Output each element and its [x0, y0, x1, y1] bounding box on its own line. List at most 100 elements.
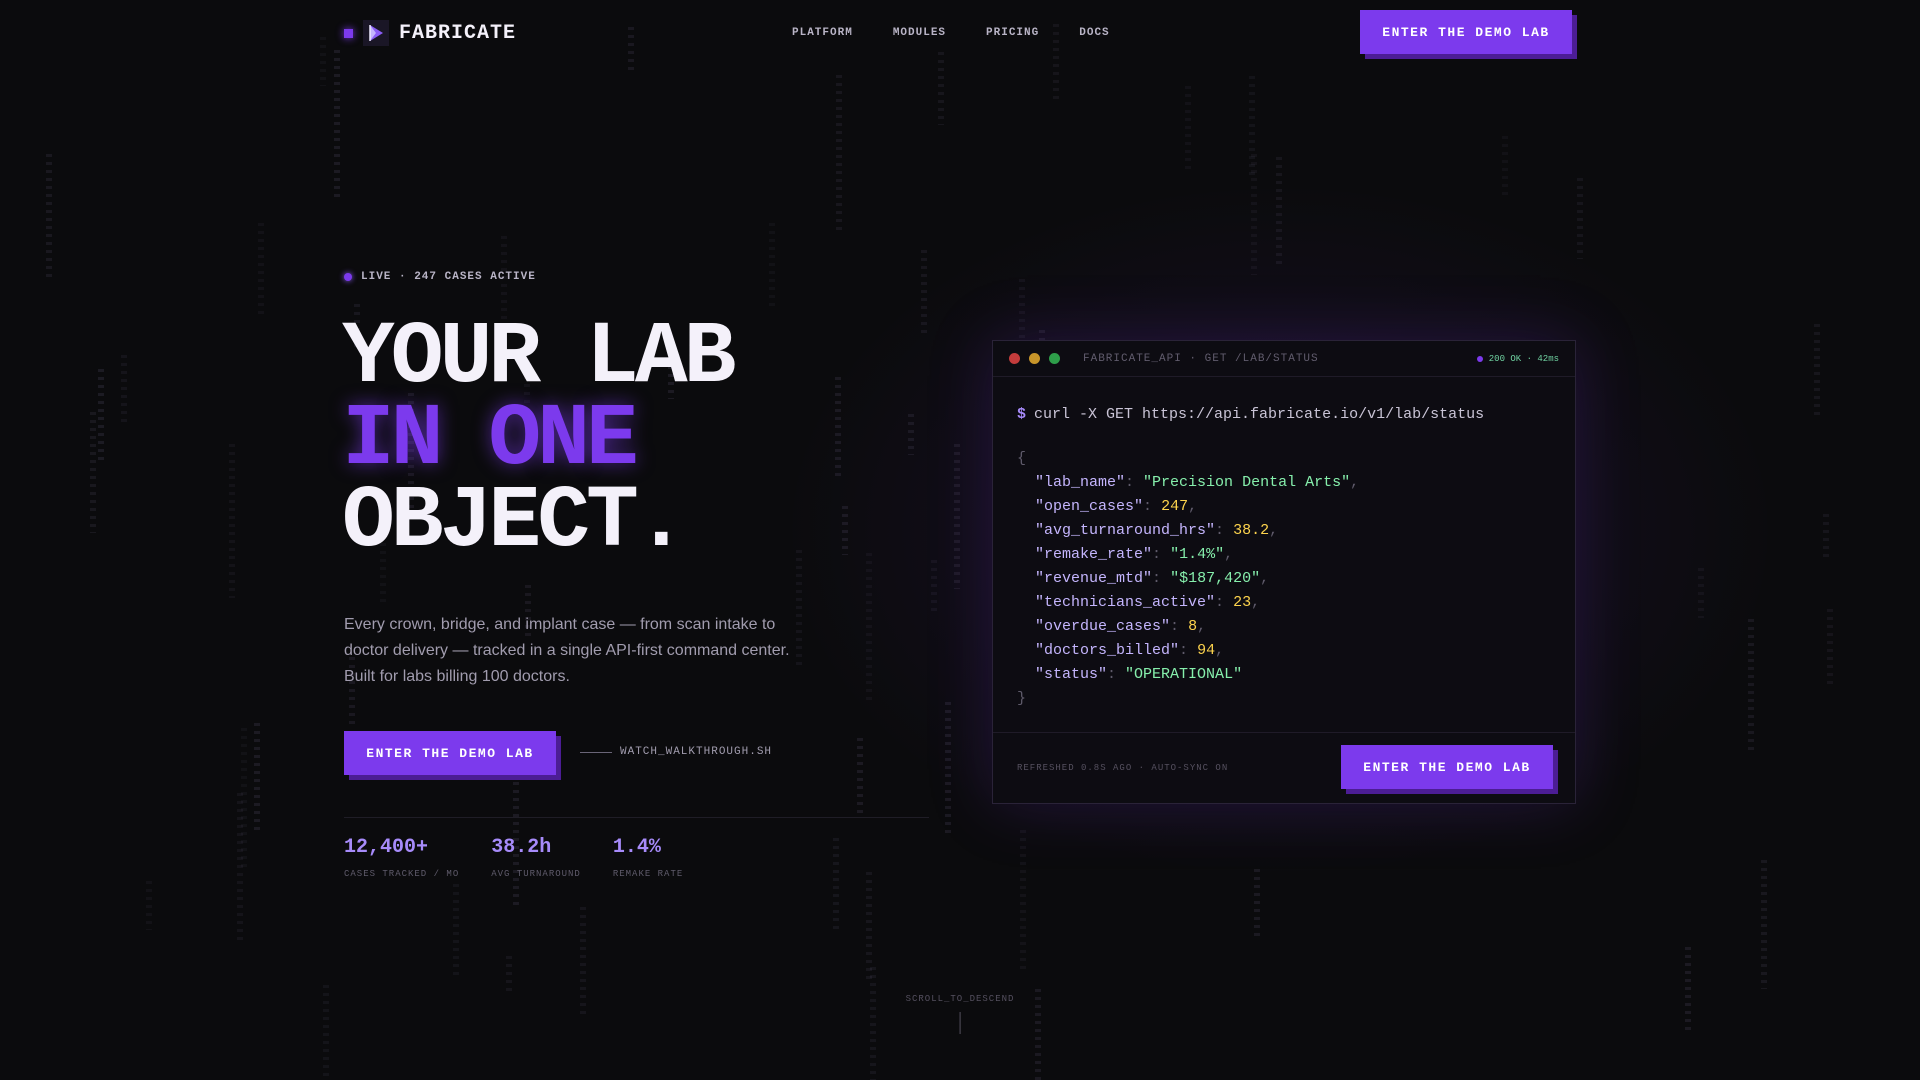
code-rain-column: [506, 956, 512, 996]
json-line: "revenue_mtd": "$187,420",: [1035, 570, 1270, 587]
terminal-command-line: $ curl -X GET https://api.fabricate.io/v1…: [1017, 405, 1551, 425]
json-fields: "lab_name": "Precision Dental Arts", "op…: [1017, 471, 1551, 687]
stat-value: 12,400+: [344, 836, 429, 859]
stat-cases-tracked: 12,400+ CASES TRACKED / MO: [344, 836, 459, 879]
json-response: { "lab_name": "Precision Dental Arts", "…: [1017, 447, 1551, 711]
json-key: "remake_rate": [1035, 546, 1153, 563]
scroll-line: [959, 1012, 961, 1034]
code-rain-column: [954, 444, 960, 589]
json-value: "1.4%": [1170, 546, 1225, 563]
code-rain-column: [1502, 136, 1508, 195]
code-rain-column: [580, 907, 586, 1018]
stats-divider: [344, 817, 929, 818]
code-rain-column: [237, 793, 243, 940]
json-line: "overdue_cases": 8,: [1035, 618, 1207, 635]
json-key: "doctors_billed": [1035, 642, 1180, 659]
live-dot-icon: [344, 273, 352, 281]
hero-demo-lab-button[interactable]: ENTER THE DEMO LAB: [344, 731, 556, 775]
code-rain-column: [931, 560, 937, 613]
nav-links: PLATFORM MODULES PRICING DOCS: [792, 27, 1110, 39]
json-value: 247: [1161, 498, 1189, 515]
json-key: "avg_turnaround_hrs": [1035, 522, 1216, 539]
json-key: "overdue_cases": [1035, 618, 1171, 635]
nav-link-docs[interactable]: DOCS: [1079, 27, 1109, 39]
stat-label: CASES TRACKED / MO: [344, 869, 460, 879]
code-rain-column: [769, 223, 775, 309]
code-rain-column: [1814, 324, 1820, 416]
json-line: "open_cases": 247,: [1035, 498, 1198, 515]
headline-line-2: IN ONE: [342, 391, 639, 490]
api-terminal: FABRICATE_API · GET /LAB/STATUS 200 OK ·…: [992, 340, 1576, 804]
terminal-title: FABRICATE_API · GET /LAB/STATUS: [1083, 352, 1319, 365]
code-rain-column: [1577, 178, 1583, 259]
hero-description: Every crown, bridge, and implant case — …: [344, 616, 790, 685]
scroll-text: SCROLL_TO_DESCEND: [905, 994, 1015, 1004]
code-rain-column: [46, 154, 52, 278]
scroll-indicator[interactable]: SCROLL_TO_DESCEND: [906, 994, 1015, 1034]
brand[interactable]: FABRICATE: [344, 20, 516, 46]
stat-value: 1.4%: [612, 836, 661, 859]
code-rain-column: [1698, 568, 1704, 618]
prism-logo-icon: [363, 20, 389, 46]
terminal-demo-lab-button[interactable]: ENTER THE DEMO LAB: [1341, 745, 1553, 789]
code-rain-column: [1020, 830, 1026, 971]
brand-name: FABRICATE: [399, 21, 517, 45]
hero-stats: 12,400+ CASES TRACKED / MO 38.2h AVG TUR…: [344, 836, 683, 879]
json-line: "avg_turnaround_hrs": 38.2,: [1035, 522, 1279, 539]
code-rain-column: [98, 369, 104, 465]
json-key: "status": [1035, 666, 1108, 683]
code-rain-column: [921, 250, 927, 338]
code-rain-column: [323, 985, 329, 1078]
watch-walkthrough-link[interactable]: WATCH_WALKTHROUGH.SH: [620, 746, 772, 758]
refresh-status-text: REFRESHED 0.8S AGO · AUTO-SYNC ON: [1017, 763, 1229, 773]
terminal-title-bar: FABRICATE_API · GET /LAB/STATUS 200 OK ·…: [993, 341, 1575, 377]
code-rain-column: [121, 355, 127, 422]
json-value: 94: [1197, 642, 1216, 659]
code-rain-column: [1185, 86, 1191, 174]
stat-value: 38.2h: [491, 836, 552, 859]
close-dot-icon: [1009, 353, 1020, 364]
nav-link-platform[interactable]: PLATFORM: [792, 27, 853, 39]
nav-link-modules[interactable]: MODULES: [893, 27, 946, 39]
code-rain-column: [835, 377, 841, 481]
code-rain-column: [320, 37, 326, 86]
terminal-body: $ curl -X GET https://api.fabricate.io/v1…: [993, 377, 1575, 711]
code-rain-column: [229, 444, 235, 598]
terminal-status: 200 OK · 42ms: [1476, 354, 1559, 364]
code-rain-column: [1276, 157, 1282, 264]
code-rain-column: [146, 881, 152, 930]
code-rain-column: [866, 872, 872, 982]
top-nav: FABRICATE PLATFORM MODULES PRICING DOCS …: [344, 10, 1576, 56]
json-line: "lab_name": "Precision Dental Arts",: [1035, 474, 1360, 491]
code-rain-column: [90, 412, 96, 533]
code-rain-column: [870, 967, 876, 1080]
stat-label: REMAKE RATE: [612, 869, 684, 879]
live-status-text: LIVE · 247 CASES ACTIVE: [361, 271, 536, 283]
json-line: "status": "OPERATIONAL": [1035, 666, 1243, 683]
code-rain-column: [1035, 989, 1041, 1080]
nav-demo-lab-button[interactable]: ENTER THE DEMO LAB: [1360, 10, 1572, 54]
stat-label: AVG TURNAROUND: [491, 869, 581, 879]
headline-line-3: OBJECT.: [342, 473, 688, 572]
code-rain-column: [833, 838, 839, 932]
json-key: "revenue_mtd": [1035, 570, 1153, 587]
code-rain-column: [1823, 514, 1829, 558]
json-line: "technicians_active": 23,: [1035, 594, 1261, 611]
json-close-brace: }: [1017, 690, 1027, 707]
code-rain-column: [857, 738, 863, 818]
code-rain-column: [866, 553, 872, 701]
json-key: "open_cases": [1035, 498, 1144, 515]
code-rain-column: [334, 50, 340, 202]
json-key: "technicians_active": [1035, 594, 1216, 611]
nav-link-pricing[interactable]: PRICING: [986, 27, 1039, 39]
code-rain-column: [453, 884, 459, 980]
code-rain-column: [1685, 947, 1691, 1032]
json-key: "lab_name": [1035, 474, 1126, 491]
code-rain-column: [836, 75, 842, 231]
stat-remake-rate: 1.4% REMAKE RATE: [613, 836, 683, 879]
hero-headline: YOUR LAB IN ONE OBJECT.: [342, 315, 736, 572]
json-line: "doctors_billed": 94,: [1035, 642, 1225, 659]
json-value: "OPERATIONAL": [1125, 666, 1243, 683]
code-rain-column: [908, 414, 914, 455]
terminal-command: curl -X GET https://api.fabricate.io/v1/…: [1034, 406, 1485, 423]
